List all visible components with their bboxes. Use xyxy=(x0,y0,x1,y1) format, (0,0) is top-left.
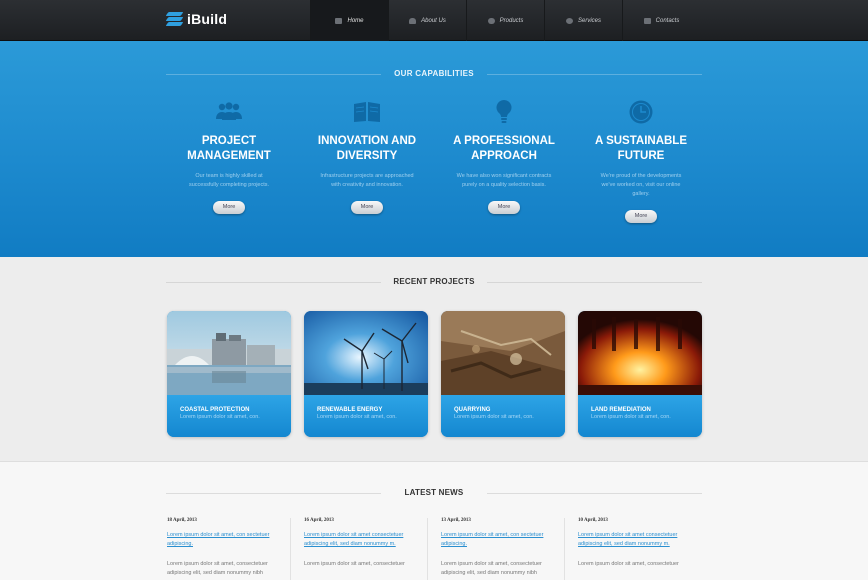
more-button[interactable]: More xyxy=(625,210,657,223)
project-description: Lorem ipsum dolor sit amet, con. xyxy=(454,414,534,420)
news-item: 13 April, 2013 Lorem ipsum dolor sit ame… xyxy=(441,518,565,578)
project-description: Lorem ipsum dolor sit amet, con. xyxy=(180,414,260,420)
more-button[interactable]: More xyxy=(488,201,520,214)
news-excerpt: Lorem ipsum dolor sit amet, consectetuer xyxy=(578,561,679,567)
coastal-protection-image xyxy=(167,311,291,395)
column-separator xyxy=(427,518,428,580)
logo[interactable]: iBuild xyxy=(165,11,228,27)
nav-label: Services xyxy=(577,17,601,24)
news-item: 16 April, 2013 Lorem ipsum dolor sit ame… xyxy=(304,518,428,569)
project-name: QUARRYING xyxy=(454,407,491,413)
nav-item-services[interactable]: Services xyxy=(544,0,622,41)
project-card-coastal-protection[interactable]: COASTAL PROTECTION Lorem ipsum dolor sit… xyxy=(167,311,291,437)
logo-text: iBuild xyxy=(187,11,228,27)
column-separator xyxy=(290,518,291,580)
project-name: RENEWABLE ENERGY xyxy=(317,407,383,413)
project-name: LAND REMEDIATION xyxy=(591,407,651,413)
divider xyxy=(487,493,702,494)
news-date: 10 April, 2013 xyxy=(578,518,608,523)
column-separator xyxy=(564,518,565,580)
capability-heading: A SUSTAINABLE FUTURE xyxy=(595,135,687,162)
user-icon xyxy=(409,17,417,24)
capability-sustainable-future: A SUSTAINABLE FUTURE We're proud of the d… xyxy=(579,99,703,223)
news-date: 16 April, 2013 xyxy=(304,518,334,523)
home-icon xyxy=(335,17,343,24)
more-button[interactable]: More xyxy=(351,201,383,214)
project-description: Lorem ipsum dolor sit amet, con. xyxy=(591,414,671,420)
news-excerpt: Lorem ipsum dolor sit amet, consectetuer… xyxy=(441,561,542,576)
recent-projects-title: RECENT PROJECTS xyxy=(393,277,475,286)
site-header: iBuild Home About Us Products Services C… xyxy=(0,0,868,46)
capability-description: We have also won significant contracts p… xyxy=(456,173,552,188)
nav-label: Contacts xyxy=(655,17,680,24)
news-link[interactable]: Lorem ipsum dolor sit amet, con sectetue… xyxy=(167,531,291,549)
clock-icon xyxy=(626,99,656,125)
more-button[interactable]: More xyxy=(213,201,245,214)
news-excerpt: Lorem ipsum dolor sit amet, consectetuer xyxy=(304,561,405,567)
renewable-energy-image xyxy=(304,311,428,395)
divider xyxy=(487,282,702,283)
news-date: 13 April, 2013 xyxy=(441,518,471,523)
nav-item-about-us[interactable]: About Us xyxy=(388,0,466,41)
quarrying-image xyxy=(441,311,565,395)
envelope-icon xyxy=(643,17,651,24)
news-excerpt: Lorem ipsum dolor sit amet, consectetuer… xyxy=(167,561,268,576)
team-icon xyxy=(214,99,244,125)
gear-icon xyxy=(565,17,573,24)
nav-label: Home xyxy=(347,17,364,24)
main-nav: Home About Us Products Services Contacts xyxy=(310,0,700,46)
capability-professional-approach: A PROFESSIONAL APPROACH We have also won … xyxy=(442,99,566,214)
news-link[interactable]: Lorem ipsum dolor sit amet, con sectetue… xyxy=(441,531,565,549)
nav-item-contacts[interactable]: Contacts xyxy=(622,0,700,41)
project-card-land-remediation[interactable]: LAND REMEDIATION Lorem ipsum dolor sit a… xyxy=(578,311,702,437)
capability-description: We're proud of the developments we've wo… xyxy=(600,173,682,197)
latest-news-title: LATEST NEWS xyxy=(404,488,464,497)
news-item: 10 April, 2013 Lorem ipsum dolor sit ame… xyxy=(578,518,702,569)
capability-heading: INNOVATION AND DIVERSITY xyxy=(317,135,417,162)
capability-description: Our team is highly skilled at successful… xyxy=(188,173,270,188)
news-link[interactable]: Lorem ipsum dolor sit amet consectetuer … xyxy=(578,531,702,549)
news-link[interactable]: Lorem ipsum dolor sit amet consectetuer … xyxy=(304,531,428,549)
capabilities-section: OUR CAPABILITIES PROJECT MANAGEMENT Our t… xyxy=(0,41,868,257)
nav-label: About Us xyxy=(421,17,446,24)
project-description: Lorem ipsum dolor sit amet, con. xyxy=(317,414,397,420)
capability-description: Infrastructure projects are approached w… xyxy=(320,173,414,188)
box-icon xyxy=(487,17,495,24)
capability-project-management: PROJECT MANAGEMENT Our team is highly ski… xyxy=(167,99,291,214)
capabilities-title: OUR CAPABILITIES xyxy=(394,69,474,78)
project-card-renewable-energy[interactable]: RENEWABLE ENERGY Lorem ipsum dolor sit a… xyxy=(304,311,428,437)
divider xyxy=(487,74,702,75)
book-icon xyxy=(352,99,382,125)
capability-innovation-diversity: INNOVATION AND DIVERSITY Infrastructure p… xyxy=(305,99,429,214)
nav-label: Products xyxy=(499,17,524,24)
news-date: 18 April, 2013 xyxy=(167,518,197,523)
capability-heading: PROJECT MANAGEMENT xyxy=(187,135,271,162)
news-item: 18 April, 2013 Lorem ipsum dolor sit ame… xyxy=(167,518,291,578)
logo-mark-icon xyxy=(165,11,184,27)
land-remediation-image xyxy=(578,311,702,395)
capability-heading: A PROFESSIONAL APPROACH xyxy=(453,135,555,162)
nav-item-products[interactable]: Products xyxy=(466,0,544,41)
nav-item-home[interactable]: Home xyxy=(310,0,388,46)
latest-news-section: LATEST NEWS 18 April, 2013 Lorem ipsum d… xyxy=(0,462,868,580)
lightbulb-icon xyxy=(489,99,519,125)
project-name: COASTAL PROTECTION xyxy=(180,407,250,413)
recent-projects-section: RECENT PROJECTS COASTAL PROTECTION Lorem… xyxy=(0,257,868,462)
project-card-quarrying[interactable]: QUARRYING Lorem ipsum dolor sit amet, co… xyxy=(441,311,565,437)
